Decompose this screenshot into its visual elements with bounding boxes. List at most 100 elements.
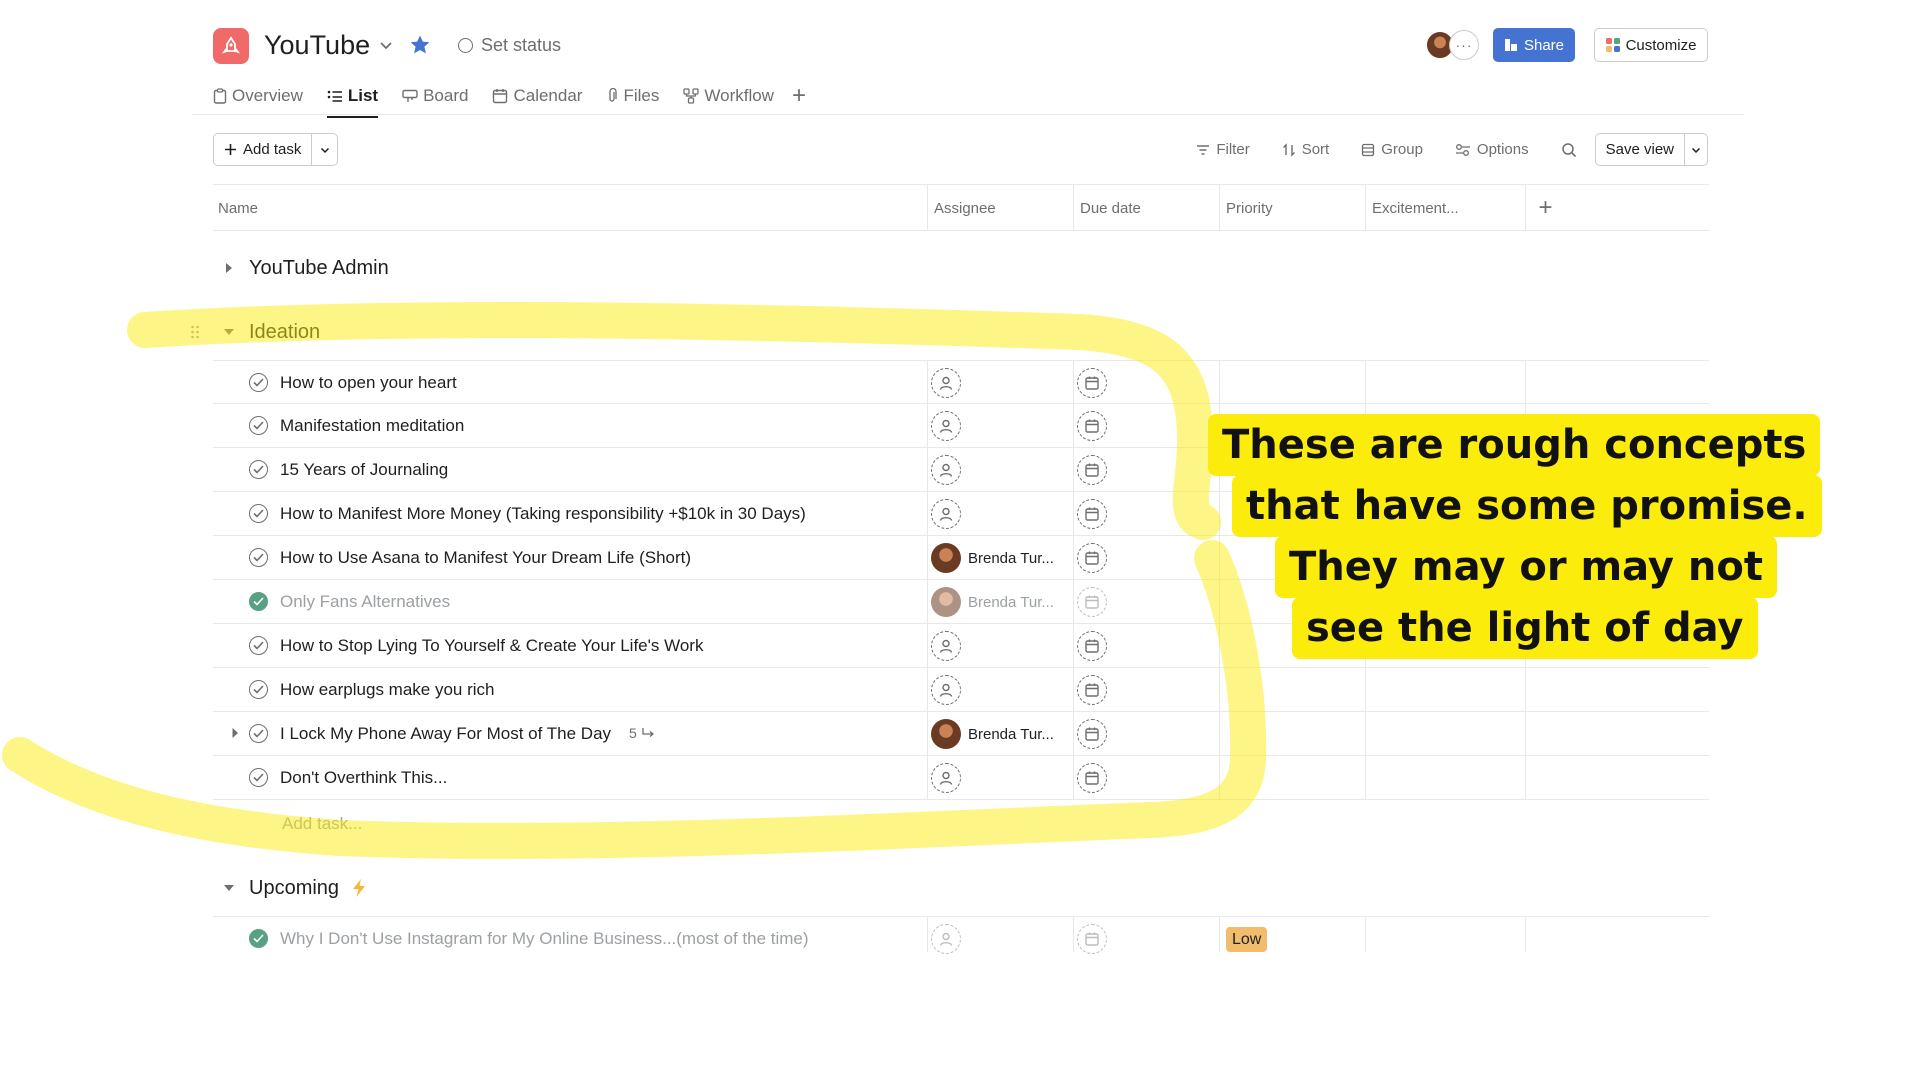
assign-button[interactable] [931, 411, 961, 441]
tab-calendar[interactable]: Calendar [492, 78, 582, 114]
complete-task-checkbox[interactable] [249, 548, 268, 567]
customize-button[interactable]: Customize [1594, 28, 1708, 62]
save-view-dropdown[interactable] [1685, 134, 1707, 165]
share-button[interactable]: Share [1493, 28, 1575, 62]
project-title[interactable]: YouTube [264, 30, 370, 61]
task-name[interactable]: Manifestation meditation [280, 416, 464, 436]
assign-button[interactable] [931, 675, 961, 705]
add-task-dropdown[interactable] [312, 134, 337, 165]
task-name[interactable]: Only Fans Alternatives [280, 592, 450, 612]
set-status-button[interactable]: Set status [458, 35, 561, 56]
tab-files[interactable]: Files [606, 78, 659, 114]
task-name[interactable]: How to Stop Lying To Yourself & Create Y… [280, 636, 703, 656]
task-row[interactable]: I Lock My Phone Away For Most of The Day… [213, 712, 1709, 756]
task-row[interactable]: Manifestation meditation [213, 404, 1709, 448]
due-date-button[interactable] [1077, 587, 1107, 617]
due-date-button[interactable] [1077, 411, 1107, 441]
task-name[interactable]: How to Use Asana to Manifest Your Dream … [280, 548, 691, 568]
section-title[interactable]: YouTube Admin [249, 257, 389, 280]
due-date-button[interactable] [1077, 499, 1107, 529]
chevron-down-icon[interactable] [377, 36, 395, 54]
complete-task-checkbox[interactable] [249, 504, 268, 523]
check-icon [253, 597, 264, 606]
assign-button[interactable] [931, 763, 961, 793]
drag-handle-icon[interactable] [190, 325, 200, 339]
assignee-cell[interactable]: Brenda Tur... [931, 543, 1054, 573]
complete-task-checkbox[interactable] [249, 768, 268, 787]
project-icon[interactable] [213, 28, 249, 64]
tab-list[interactable]: List [326, 78, 379, 118]
task-row[interactable]: Only Fans Alternatives Brenda Tur... [213, 580, 1709, 624]
due-date-button[interactable] [1077, 763, 1107, 793]
save-view-button[interactable]: Save view [1596, 134, 1685, 165]
column-name[interactable]: Name [213, 185, 927, 231]
assignee-cell[interactable]: Brenda Tur... [931, 587, 1054, 617]
due-date-button[interactable] [1077, 924, 1107, 954]
collapse-section-toggle[interactable] [213, 883, 245, 893]
expand-subtasks-icon[interactable] [231, 727, 239, 739]
task-row[interactable]: How to Stop Lying To Yourself & Create Y… [213, 624, 1709, 668]
task-row[interactable]: How to Manifest More Money (Taking respo… [213, 492, 1709, 536]
task-row[interactable]: How earplugs make you rich [213, 668, 1709, 712]
complete-task-checkbox[interactable] [249, 724, 268, 743]
section-title[interactable]: Ideation [249, 321, 320, 344]
column-assignee[interactable]: Assignee [927, 185, 1073, 231]
tab-workflow[interactable]: Workflow [683, 78, 774, 114]
add-column-button[interactable]: + [1525, 185, 1565, 231]
task-name[interactable]: How to open your heart [280, 373, 457, 393]
column-excitement[interactable]: Excitement... [1365, 185, 1525, 231]
star-icon[interactable] [408, 33, 432, 57]
group-button[interactable]: Group [1361, 141, 1423, 158]
tab-board[interactable]: Board [402, 78, 468, 114]
task-name[interactable]: How earplugs make you rich [280, 680, 494, 700]
task-name[interactable]: I Lock My Phone Away For Most of The Day… [280, 724, 655, 744]
priority-badge[interactable]: Low [1226, 927, 1268, 952]
collapse-section-toggle[interactable] [213, 327, 245, 337]
sort-button[interactable]: Sort [1282, 141, 1329, 158]
complete-task-checkbox[interactable] [249, 416, 268, 435]
task-name[interactable]: How to Manifest More Money (Taking respo… [280, 504, 806, 524]
task-name[interactable]: Why I Don't Use Instagram for My Online … [280, 929, 809, 949]
options-button[interactable]: Options [1455, 141, 1529, 158]
task-name[interactable]: Don't Overthink This... [280, 768, 447, 788]
due-date-button[interactable] [1077, 719, 1107, 749]
expand-section-toggle[interactable] [213, 262, 245, 274]
subtask-count[interactable]: 5 [629, 725, 655, 741]
section-title[interactable]: Upcoming [249, 877, 339, 900]
task-name[interactable]: 15 Years of Journaling [280, 460, 448, 480]
assign-button[interactable] [931, 924, 961, 954]
task-row[interactable]: Why I Don't Use Instagram for My Online … [213, 916, 1709, 954]
tab-overview[interactable]: Overview [213, 78, 303, 114]
task-row[interactable]: How to open your heart [213, 360, 1709, 404]
filter-button[interactable]: Filter [1196, 141, 1250, 158]
column-due-date[interactable]: Due date [1073, 185, 1219, 231]
task-row[interactable]: Don't Overthink This... [213, 756, 1709, 800]
search-button[interactable] [1561, 142, 1577, 158]
assign-button[interactable] [931, 499, 961, 529]
column-divider [1073, 917, 1074, 952]
add-task-button[interactable]: Add task [214, 134, 313, 165]
assignee-cell[interactable]: Brenda Tur... [931, 719, 1054, 749]
assign-button[interactable] [931, 368, 961, 398]
project-members[interactable]: ··· [1425, 30, 1479, 60]
due-date-button[interactable] [1077, 675, 1107, 705]
complete-task-checkbox[interactable] [249, 592, 268, 611]
add-task-inline[interactable]: Add task... [282, 814, 362, 834]
due-date-button[interactable] [1077, 543, 1107, 573]
due-date-button[interactable] [1077, 368, 1107, 398]
save-view-button-group: Save view [1594, 133, 1708, 166]
column-priority[interactable]: Priority [1219, 185, 1365, 231]
complete-task-checkbox[interactable] [249, 460, 268, 479]
column-divider [1365, 492, 1366, 535]
due-date-button[interactable] [1077, 455, 1107, 485]
complete-task-checkbox[interactable] [249, 373, 268, 392]
assign-button[interactable] [931, 631, 961, 661]
add-tab-button[interactable]: + [792, 78, 806, 114]
task-row[interactable]: 15 Years of Journaling [213, 448, 1709, 492]
assign-button[interactable] [931, 455, 961, 485]
complete-task-checkbox[interactable] [249, 929, 268, 948]
complete-task-checkbox[interactable] [249, 680, 268, 699]
task-row[interactable]: How to Use Asana to Manifest Your Dream … [213, 536, 1709, 580]
due-date-button[interactable] [1077, 631, 1107, 661]
complete-task-checkbox[interactable] [249, 636, 268, 655]
